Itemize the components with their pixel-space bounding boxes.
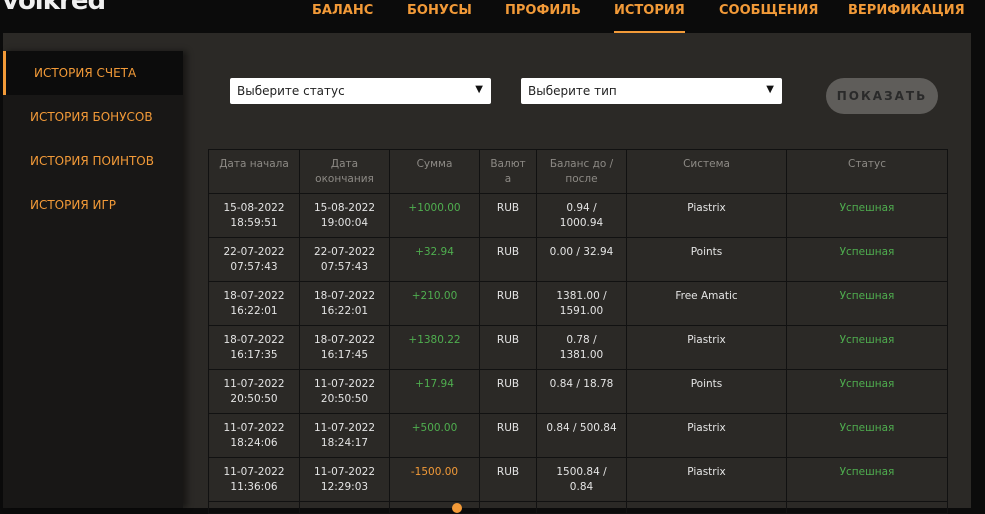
cell-balance: 0.00 / 32.94 (536, 237, 627, 282)
show-button[interactable]: ПОКАЗАТЬ (826, 78, 938, 114)
nav-history[interactable]: ИСТОРИЯ (614, 3, 685, 33)
cell-end: 18-07-2022 16:22:01 (299, 281, 390, 326)
cell-status: Успешная (786, 325, 948, 370)
table-row: 18-07-2022 16:17:35 18-07-2022 16:17:45 +1… (208, 325, 948, 370)
cell-balance: 0.94 /1000.94 (536, 193, 627, 238)
header-status: Статус (786, 149, 948, 194)
cell-system: Piastrix (626, 193, 787, 238)
cell-currency: RUB (479, 281, 537, 326)
table-row: 11-07-2022 18:24:06 11-07-2022 18:24:17 +5… (208, 413, 948, 458)
nav-verification[interactable]: ВЕРИФИКАЦИЯ (848, 3, 965, 18)
nav-balance[interactable]: БАЛАНС (312, 3, 373, 18)
cell-end: 15-08-2022 19:00:04 (299, 193, 390, 238)
nav-profile[interactable]: ПРОФИЛЬ (505, 3, 581, 18)
sidebar-item-label: ИСТОРИЯ БОНУСОВ (30, 110, 153, 124)
cell-status: Успешная (786, 457, 948, 502)
cell-balance: 0.78 /1381.00 (536, 325, 627, 370)
cell-balance: 1381.00 /1591.00 (536, 281, 627, 326)
cell-start: 18-07-2022 16:22:01 (208, 281, 300, 326)
cell-end: 22-07-2022 07:57:43 (299, 237, 390, 282)
logo[interactable]: volkred (2, 0, 106, 16)
table-row: 11-07-2022 20:50:50 11-07-2022 20:50:50 +1… (208, 369, 948, 414)
table-row: 11-07-2022 11:36:06 11-07-2022 12:29:03 -1… (208, 457, 948, 502)
sidebar-item-label: ИСТОРИЯ СЧЕТА (34, 66, 137, 80)
cell-status: Успешная (786, 237, 948, 282)
cell-currency: RUB (479, 369, 537, 414)
status-select-value: Выберите статус (237, 84, 345, 98)
cell-system: Points (626, 237, 787, 282)
loading-dot-icon (452, 503, 462, 513)
top-bar: volkred БАЛАНС БОНУСЫ ПРОФИЛЬ ИСТОРИЯ СО… (0, 0, 985, 33)
cell-start: 11-07-2022 18:24:06 (208, 413, 300, 458)
header-end-date: Дата окончания (299, 149, 390, 194)
dropdown-arrow-icon: ▼ (475, 84, 483, 95)
cell-balance: 1500.84 /0.84 (536, 457, 627, 502)
cell-system: Piastrix (626, 457, 787, 502)
cell-system: Points (626, 369, 787, 414)
status-select[interactable]: Выберите статус ▼ (230, 78, 491, 104)
cell-start: 15-08-2022 18:59:51 (208, 193, 300, 238)
history-table: Дата начала Дата окончания Сумма Валют а Б… (208, 149, 948, 514)
cell-end: 11-07-2022 18:24:17 (299, 413, 390, 458)
sidebar: ИСТОРИЯ СЧЕТА ИСТОРИЯ БОНУСОВ ИСТОРИЯ ПО… (3, 51, 183, 508)
cell-status: Успешная (786, 193, 948, 238)
table-row: 18-07-2022 16:22:01 18-07-2022 16:22:01 +2… (208, 281, 948, 326)
cell-system: Piastrix (626, 325, 787, 370)
cell-amount: -1500.00 (389, 457, 480, 502)
sidebar-item-account-history[interactable]: ИСТОРИЯ СЧЕТА (3, 51, 183, 95)
sidebar-item-games-history[interactable]: ИСТОРИЯ ИГР (3, 183, 183, 227)
cell-amount: +32.94 (389, 237, 480, 282)
table-row: 22-07-2022 07:57:43 22-07-2022 07:57:43 +3… (208, 237, 948, 282)
sidebar-item-label: ИСТОРИЯ ПОИНТОВ (30, 154, 154, 168)
sidebar-item-bonus-history[interactable]: ИСТОРИЯ БОНУСОВ (3, 95, 183, 139)
cell-status: Успешная (786, 281, 948, 326)
header-start-date: Дата начала (208, 149, 300, 194)
cell-amount: +17.94 (389, 369, 480, 414)
cell-start: 18-07-2022 16:17:35 (208, 325, 300, 370)
cell-start: 11-07-2022 11:36:06 (208, 457, 300, 502)
cell-currency: RUB (479, 237, 537, 282)
cell-amount: +210.00 (389, 281, 480, 326)
cell-currency: RUB (479, 457, 537, 502)
cell-status: Успешная (786, 413, 948, 458)
cell-end: 11-07-2022 20:50:50 (299, 369, 390, 414)
header-currency: Валют а (479, 149, 537, 194)
table-row: 15-08-2022 18:59:51 15-08-2022 19:00:04 +1… (208, 193, 948, 238)
sidebar-item-label: ИСТОРИЯ ИГР (30, 198, 117, 212)
cell-currency: RUB (479, 325, 537, 370)
header-system: Система (626, 149, 787, 194)
cell-end: 18-07-2022 16:17:45 (299, 325, 390, 370)
cell-amount: +1380.22 (389, 325, 480, 370)
dropdown-arrow-icon: ▼ (766, 84, 774, 95)
cell-status: Успешная (786, 369, 948, 414)
header-balance: Баланс до / после (536, 149, 627, 194)
cell-system: Free Amatic (626, 281, 787, 326)
cell-system: Piastrix (626, 413, 787, 458)
table-header-row: Дата начала Дата окончания Сумма Валют а Б… (208, 149, 948, 194)
cell-balance: 0.84 / 500.84 (536, 413, 627, 458)
cell-start: 11-07-2022 20:50:50 (208, 369, 300, 414)
sidebar-item-points-history[interactable]: ИСТОРИЯ ПОИНТОВ (3, 139, 183, 183)
cell-currency: RUB (479, 193, 537, 238)
type-select[interactable]: Выберите тип ▼ (521, 78, 782, 104)
cell-balance: 0.84 / 18.78 (536, 369, 627, 414)
type-select-value: Выберите тип (528, 84, 617, 98)
cell-start: 22-07-2022 07:57:43 (208, 237, 300, 282)
header-amount: Сумма (389, 149, 480, 194)
cell-amount: +1000.00 (389, 193, 480, 238)
cell-currency: RUB (479, 413, 537, 458)
cell-amount: +500.00 (389, 413, 480, 458)
nav-bonuses[interactable]: БОНУСЫ (407, 3, 472, 18)
cell-end: 11-07-2022 12:29:03 (299, 457, 390, 502)
nav-messages[interactable]: СООБЩЕНИЯ (719, 3, 818, 18)
